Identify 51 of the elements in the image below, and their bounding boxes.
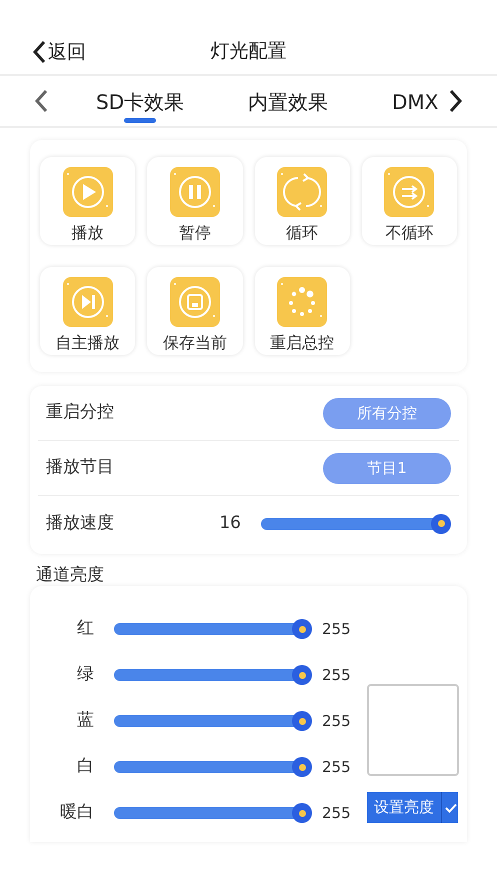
channel-value: 255 [322, 710, 351, 732]
page-title: 灯光配置 [210, 39, 286, 64]
action-tile[interactable]: 保存当前 [147, 267, 242, 355]
action-tile[interactable]: 循环 [254, 157, 350, 245]
slider[interactable] [114, 803, 312, 823]
channel-label: 白 [76, 755, 94, 778]
section-title: 通道亮度 [36, 564, 105, 586]
pause-icon [170, 167, 220, 217]
slider[interactable] [114, 757, 312, 777]
action-tile[interactable]: 不循环 [362, 157, 457, 245]
tab[interactable]: 内置效果 [248, 88, 328, 123]
chevron-left-icon[interactable] [33, 89, 49, 113]
channel-value: 255 [322, 802, 351, 824]
back-icon [32, 40, 46, 64]
chevron-right-icon[interactable] [448, 89, 464, 113]
back-button[interactable]: 返回 [32, 38, 86, 66]
set-brightness-button[interactable]: 设置亮度 [367, 792, 458, 823]
tab[interactable]: DMX [392, 88, 438, 123]
slider-thumb[interactable] [292, 619, 312, 639]
save-icon [170, 277, 220, 327]
channel-label: 红 [76, 617, 94, 640]
slider[interactable] [114, 665, 312, 685]
channel-value: 255 [322, 756, 351, 778]
slider-thumb[interactable] [431, 514, 451, 534]
slider[interactable] [261, 514, 451, 534]
check-icon [445, 802, 457, 812]
setting-label: 重启分控 [46, 401, 115, 424]
loading-dots-icon [277, 277, 328, 327]
slider[interactable] [114, 619, 312, 639]
setting-label: 播放速度 [46, 512, 115, 535]
channel-label: 暖白 [59, 801, 94, 824]
action-tile[interactable]: 暂停 [147, 157, 242, 245]
skip-icon [62, 277, 113, 327]
play-icon [62, 167, 113, 217]
slider-thumb[interactable] [292, 711, 312, 731]
action-tile[interactable]: 播放 [40, 157, 136, 245]
slider[interactable] [114, 711, 312, 731]
tab[interactable]: SD卡效果 [96, 88, 184, 123]
channel-value: 255 [322, 664, 351, 686]
shuffle-arrows-icon [384, 167, 434, 217]
action-tile[interactable]: 重启总控 [254, 267, 350, 355]
loop-icon [277, 167, 328, 217]
channel-label: 绿 [76, 663, 94, 686]
channel-label: 蓝 [76, 709, 94, 732]
slider-thumb[interactable] [292, 665, 312, 685]
slider-thumb[interactable] [292, 803, 312, 823]
speed-value: 16 [219, 512, 241, 535]
slider-thumb[interactable] [292, 757, 312, 777]
action-tile[interactable]: 自主播放 [40, 267, 136, 355]
setting-label: 播放节目 [46, 456, 115, 480]
channel-value: 255 [322, 618, 351, 640]
